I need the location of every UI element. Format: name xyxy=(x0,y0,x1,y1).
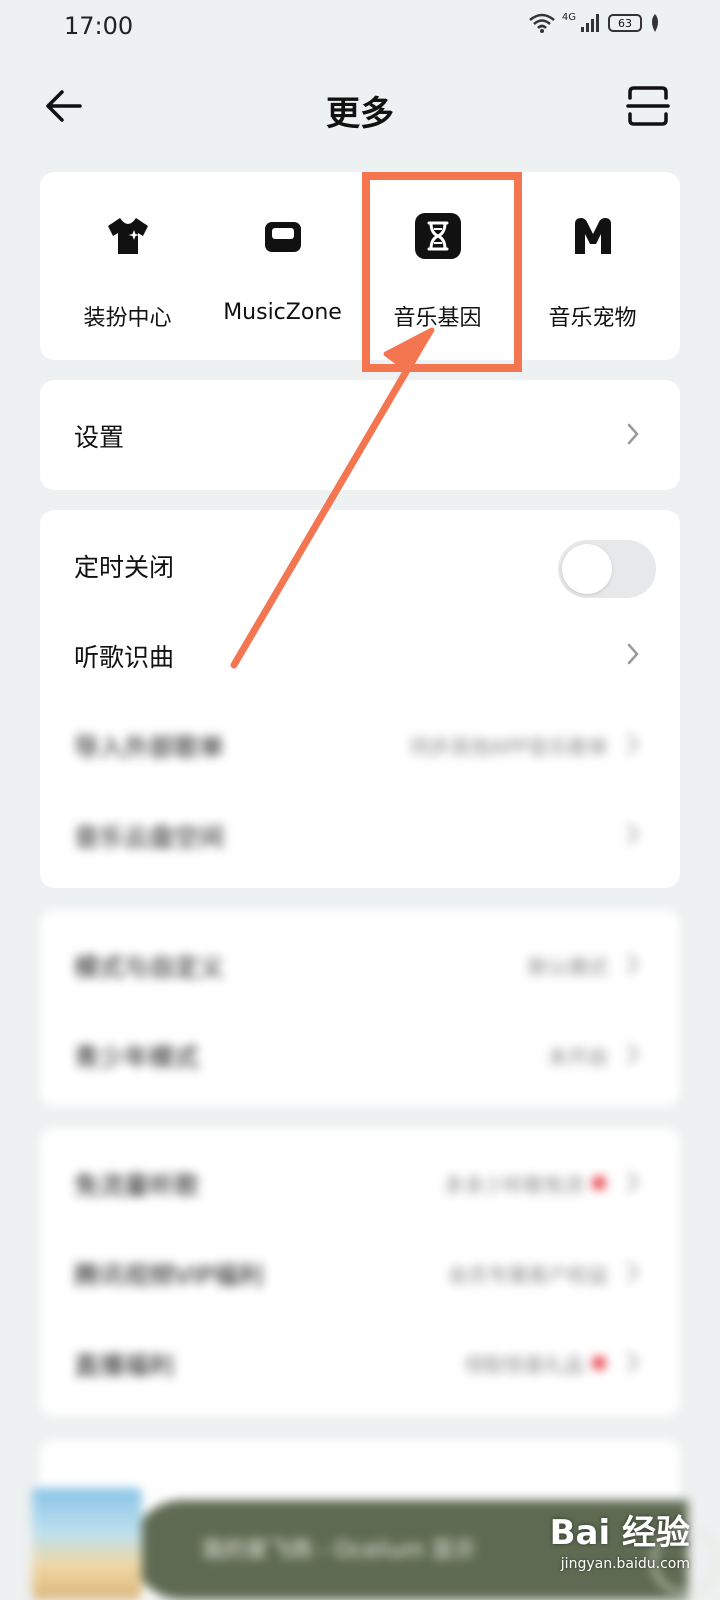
chevron-right-icon xyxy=(627,1171,639,1193)
grid-label-dressup: 装扮中心 xyxy=(83,306,172,331)
chevron-right-icon xyxy=(627,643,639,665)
cloud-space-row[interactable]: 音乐云盘空间 xyxy=(40,790,680,880)
status-time: 17:00 xyxy=(64,12,134,40)
chevron-right-icon xyxy=(627,1043,639,1065)
status-bar: 17:00 4G 63 xyxy=(0,0,720,52)
chevron-right-icon xyxy=(627,733,639,755)
benefits-card: 免流量听歌 多多少听歌免流 腾讯视频VIP福利 会员专属客户权益 直播福利 领取… xyxy=(40,1128,680,1416)
top-header: 更多 xyxy=(0,68,720,144)
recognize-row[interactable]: 听歌识曲 xyxy=(40,610,680,700)
player-song-title: 我的家飞扬 - Ocelium 显示 xyxy=(202,1538,476,1563)
free-data-label: 免流量听歌 xyxy=(74,1171,200,1200)
scan-icon xyxy=(626,86,670,126)
mode-row[interactable]: 模式与自定义 默认模式 xyxy=(40,920,680,1010)
settings-card: 设置 xyxy=(40,380,680,490)
tshirt-icon xyxy=(107,218,148,254)
teen-mode-row[interactable]: 青少年模式 未开启 xyxy=(40,1010,680,1100)
grid-item-music-pet[interactable]: 音乐宠物 xyxy=(515,172,670,360)
annotation-highlight-box xyxy=(362,172,522,372)
settings-row[interactable]: 设置 xyxy=(40,390,680,480)
grid-item-dressup[interactable]: 装扮中心 xyxy=(50,172,205,360)
teen-mode-label: 青少年模式 xyxy=(74,1043,200,1072)
video-vip-row[interactable]: 腾讯视频VIP福利 会员专属客户权益 xyxy=(40,1228,680,1318)
cloud-space-label: 音乐云盘空间 xyxy=(74,823,225,852)
sofa-icon xyxy=(264,222,301,252)
watermark-logo: Bai 经验 xyxy=(549,1513,690,1553)
m-logo-icon xyxy=(574,218,611,254)
chevron-right-icon xyxy=(627,823,639,845)
chevron-right-icon xyxy=(627,423,639,445)
settings-label: 设置 xyxy=(74,423,125,452)
live-benefit-label: 直播福利 xyxy=(74,1351,175,1380)
grid-label-music-pet: 音乐宠物 xyxy=(548,306,637,331)
live-benefit-value: 领取惊喜礼品 xyxy=(464,1353,584,1377)
red-dot-badge xyxy=(592,1176,606,1190)
live-benefit-row[interactable]: 直播福利 领取惊喜礼品 xyxy=(40,1318,680,1408)
signal-icon xyxy=(581,14,599,32)
toggle-knob xyxy=(562,544,612,594)
tools-card: 定时关闭 听歌识曲 导入外部歌单 同步其他APP音乐歌单 音乐云盘空间 xyxy=(40,510,680,888)
wifi-icon xyxy=(529,13,555,33)
timer-off-label: 定时关闭 xyxy=(74,553,175,582)
leaf-icon xyxy=(652,14,658,32)
network-type: 4G xyxy=(561,11,576,23)
status-icons: 4G 63 xyxy=(528,12,662,34)
import-playlist-label: 导入外部歌单 xyxy=(74,733,225,762)
grid-label-musiczone: MusicZone xyxy=(223,300,342,325)
chevron-right-icon xyxy=(627,1261,639,1283)
chevron-right-icon xyxy=(627,953,639,975)
battery-icon: 63 xyxy=(608,14,642,32)
album-cover[interactable] xyxy=(32,1488,142,1600)
page-title: 更多 xyxy=(326,94,394,134)
grid-item-musiczone[interactable]: MusicZone xyxy=(205,172,360,360)
teen-mode-value: 未开启 xyxy=(548,1045,608,1069)
recognize-label: 听歌识曲 xyxy=(74,643,175,672)
video-vip-value: 会员专属客户权益 xyxy=(448,1263,608,1287)
baidu-watermark: Bai 经验 jingyan.baidu.com xyxy=(550,1505,690,1572)
chevron-right-icon xyxy=(627,1351,639,1373)
scan-button[interactable] xyxy=(624,82,672,130)
battery-level: 63 xyxy=(618,16,632,30)
red-dot-badge xyxy=(592,1356,606,1370)
timer-off-toggle[interactable] xyxy=(558,540,656,598)
timer-off-row: 定时关闭 xyxy=(40,520,680,610)
mode-value: 默认模式 xyxy=(528,955,608,979)
free-data-value: 多多少听歌免流 xyxy=(444,1173,584,1197)
import-playlist-value: 同步其他APP音乐歌单 xyxy=(410,735,608,759)
free-data-row[interactable]: 免流量听歌 多多少听歌免流 xyxy=(40,1138,680,1228)
video-vip-label: 腾讯视频VIP福利 xyxy=(74,1261,264,1290)
mode-card: 模式与自定义 默认模式 青少年模式 未开启 xyxy=(40,910,680,1106)
watermark-url: jingyan.baidu.com xyxy=(560,1556,690,1572)
mode-label: 模式与自定义 xyxy=(74,953,225,982)
import-playlist-row[interactable]: 导入外部歌单 同步其他APP音乐歌单 xyxy=(40,700,680,790)
quick-grid-card: 装扮中心 MusicZone 音乐基因 音乐宠物 xyxy=(40,172,680,360)
